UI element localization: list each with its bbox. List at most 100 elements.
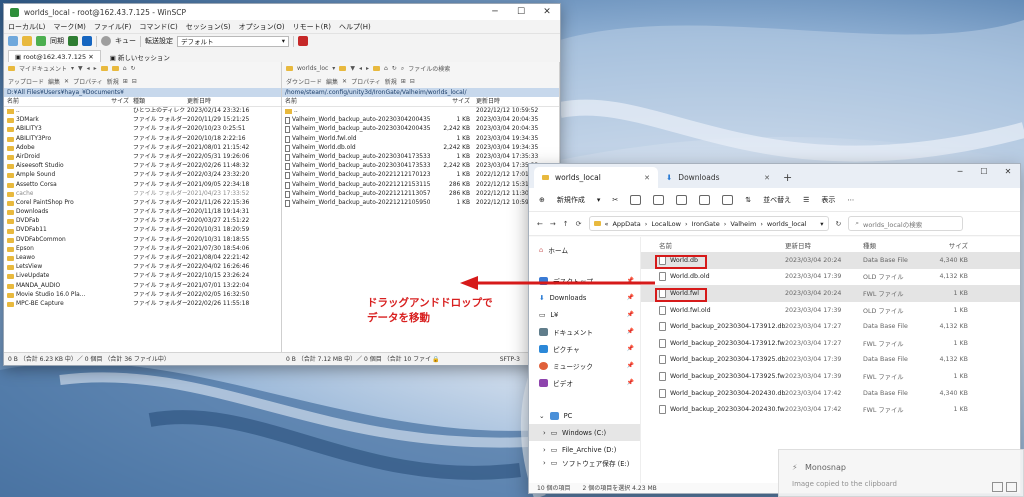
- col-size[interactable]: サイズ: [430, 97, 473, 106]
- maximize-icon[interactable]: ☐: [508, 7, 534, 17]
- queue-icon[interactable]: [101, 36, 111, 46]
- col-date[interactable]: 更新日時: [187, 97, 257, 106]
- nav-videos[interactable]: ビデオ 📌: [529, 374, 640, 391]
- new-window-icon[interactable]: [8, 36, 18, 46]
- find-files-button[interactable]: ファイルの検索: [408, 64, 450, 73]
- table-row[interactable]: ABILITY3 ファイル フォルダー 2020/10/23 0:25:51: [4, 125, 281, 134]
- nav-pictures[interactable]: ピクチャ 📌: [529, 340, 640, 357]
- close-icon[interactable]: ✕: [534, 7, 560, 17]
- refresh-icon[interactable]: ↻: [392, 65, 397, 72]
- table-row[interactable]: Valheim_World_backup_auto-20230304200435…: [282, 116, 559, 125]
- table-row[interactable]: Valheim_World_backup_auto-20230304173533…: [282, 153, 559, 162]
- forward-icon[interactable]: ▸: [94, 65, 97, 72]
- nav-drive-e[interactable]: › ▭ ソフトウェア保存 (E:): [529, 458, 640, 468]
- properties-button[interactable]: プロパティ: [73, 77, 103, 86]
- menu-local[interactable]: ローカル(L): [8, 22, 45, 32]
- tab-downloads[interactable]: ⬇ Downloads ✕: [658, 167, 778, 188]
- collapse-chevron-icon[interactable]: ›: [543, 459, 546, 467]
- pin-icon[interactable]: 📌: [627, 345, 634, 352]
- table-row[interactable]: Valheim_World.db.old 2,242 KB 2023/03/04 1…: [282, 144, 559, 153]
- col-name[interactable]: 名前: [4, 97, 109, 106]
- properties-button[interactable]: プロパティ: [351, 77, 381, 86]
- upload-button[interactable]: アップロード: [8, 77, 44, 86]
- collapse-chevron-icon[interactable]: ›: [543, 429, 546, 437]
- tab-worlds-local[interactable]: worlds_local ✕: [534, 167, 658, 188]
- nav-music[interactable]: ミュージック 📌: [529, 357, 640, 374]
- table-row[interactable]: Valheim_World.fwl.old 1 KB 2023/03/04 19:3…: [282, 135, 559, 144]
- table-row[interactable]: Valheim_World_backup_auto-20221212153115…: [282, 181, 559, 190]
- breadcrumb[interactable]: « AppData › LocalLow › IronGate › Valheim › …: [588, 216, 829, 231]
- pin-icon[interactable]: 📌: [627, 277, 634, 284]
- minus-icon[interactable]: ⊟: [132, 78, 137, 85]
- nav-l[interactable]: ▭ L¥ 📌: [529, 306, 640, 323]
- list-item[interactable]: World.db.old 2023/03/04 17:39 OLD ファイル 4,13…: [641, 269, 1020, 286]
- remote-location-dropdown[interactable]: worlds_loc: [297, 65, 328, 72]
- transfer-settings-dropdown[interactable]: デフォルト ▾: [177, 35, 289, 47]
- refresh-view-icon[interactable]: ⟳: [576, 220, 582, 228]
- view-icon[interactable]: ☰: [803, 196, 809, 204]
- search-input[interactable]: ⌕ worlds_localの検索: [848, 216, 964, 231]
- table-row[interactable]: MPC-BE Capture ファイル フォルダー 2022/02/26 11:55…: [4, 300, 281, 309]
- table-row[interactable]: DVDFabCommon ファイル フォルダー 2020/10/31 18:18:5…: [4, 236, 281, 245]
- parent-folder-icon[interactable]: [372, 66, 380, 71]
- list-item[interactable]: World.fwl.old 2023/03/04 17:39 OLD ファイル 1 K…: [641, 302, 1020, 319]
- menu-file[interactable]: ファイル(F): [94, 22, 132, 32]
- table-row[interactable]: Movie Studio 16.0 Pla... ファイル フォルダー 2022/0…: [4, 291, 281, 300]
- table-row[interactable]: Downloads ファイル フォルダー 2020/11/18 19:14:31: [4, 208, 281, 217]
- share-icon[interactable]: [699, 194, 711, 205]
- back-icon[interactable]: ◂: [87, 65, 90, 72]
- pin-icon[interactable]: 📌: [627, 379, 634, 386]
- sort-button[interactable]: 並べ替え: [763, 195, 791, 205]
- table-row[interactable]: Corel PaintShop Pro ファイル フォルダー 2021/11/26 …: [4, 199, 281, 208]
- tab-session[interactable]: ▣ root@162.43.7.125 ✕: [8, 50, 101, 62]
- plus-icon[interactable]: ⊞: [401, 78, 406, 85]
- breadcrumb-locallow[interactable]: LocalLow: [651, 220, 681, 228]
- edit-button[interactable]: 編集: [48, 77, 60, 86]
- download-button[interactable]: ダウンロード: [286, 77, 322, 86]
- collapse-chevron-icon[interactable]: ›: [543, 446, 546, 454]
- table-row[interactable]: Assetto Corsa ファイル フォルダー 2021/09/05 22:34:…: [4, 181, 281, 190]
- edit-button[interactable]: 編集: [326, 77, 338, 86]
- col-size[interactable]: サイズ: [923, 240, 968, 250]
- table-row[interactable]: LiveUpdate ファイル フォルダー 2022/10/15 23:26:24: [4, 272, 281, 281]
- col-size[interactable]: サイズ: [109, 97, 129, 106]
- compare-icon[interactable]: [36, 36, 46, 46]
- col-date[interactable]: 更新日時: [473, 97, 543, 106]
- minimize-icon[interactable]: ─: [482, 7, 508, 17]
- back-arrow-icon[interactable]: ←: [537, 220, 543, 228]
- table-row[interactable]: MANDA_AUDIO ファイル フォルダー 2021/07/01 13:22:04: [4, 282, 281, 291]
- list-item[interactable]: World_backup_20230304-202430.db 2023/03/0…: [641, 385, 1020, 402]
- nav-desktop[interactable]: デスクトップ 📌: [529, 272, 640, 289]
- pin-icon[interactable]: 📌: [627, 311, 634, 318]
- forward-icon[interactable]: ▸: [366, 65, 369, 72]
- table-row[interactable]: Epson ファイル フォルダー 2021/07/30 18:54:06: [4, 245, 281, 254]
- sort-icon[interactable]: ⇅: [745, 196, 751, 204]
- menu-command[interactable]: コマンド(C): [139, 22, 177, 32]
- breadcrumb-overflow[interactable]: «: [605, 220, 609, 228]
- col-name[interactable]: 名前: [641, 240, 785, 250]
- table-row[interactable]: Valheim_World_backup_auto-20230304173533…: [282, 162, 559, 171]
- chevron-down-icon[interactable]: ▾: [597, 196, 601, 204]
- new-item-button[interactable]: 新規作成: [557, 195, 585, 205]
- back-icon[interactable]: ◂: [359, 65, 362, 72]
- table-row[interactable]: Leawo ファイル フォルダー 2021/08/04 22:21:42: [4, 254, 281, 263]
- breadcrumb-appdata[interactable]: AppData: [612, 220, 640, 228]
- menu-remote[interactable]: リモート(R): [293, 22, 331, 32]
- pin-icon[interactable]: 📌: [627, 328, 634, 335]
- sync-browse-icon[interactable]: [68, 36, 78, 46]
- close-tab-icon[interactable]: ✕: [644, 174, 650, 182]
- chevron-down-icon[interactable]: ▾: [71, 65, 74, 72]
- table-row[interactable]: DVDFab11 ファイル フォルダー 2020/10/31 18:20:59: [4, 226, 281, 235]
- pin-icon[interactable]: 📌: [627, 362, 634, 369]
- view-button[interactable]: 表示: [821, 195, 835, 205]
- delete-icon[interactable]: ✕: [64, 78, 69, 85]
- expand-chevron-icon[interactable]: ⌄: [539, 412, 545, 420]
- refresh-icon[interactable]: ↻: [131, 65, 136, 72]
- menu-session[interactable]: セッション(S): [186, 22, 231, 32]
- local-location-dropdown[interactable]: マイドキュメント: [19, 64, 67, 73]
- new-item-icon[interactable]: ⊕: [539, 196, 545, 204]
- breadcrumb-worlds-local[interactable]: worlds_local: [767, 220, 807, 228]
- menu-help[interactable]: ヘルプ(H): [339, 22, 371, 32]
- trash-icon[interactable]: [722, 194, 734, 205]
- table-row[interactable]: LetsView ファイル フォルダー 2022/04/02 16:26:46: [4, 263, 281, 272]
